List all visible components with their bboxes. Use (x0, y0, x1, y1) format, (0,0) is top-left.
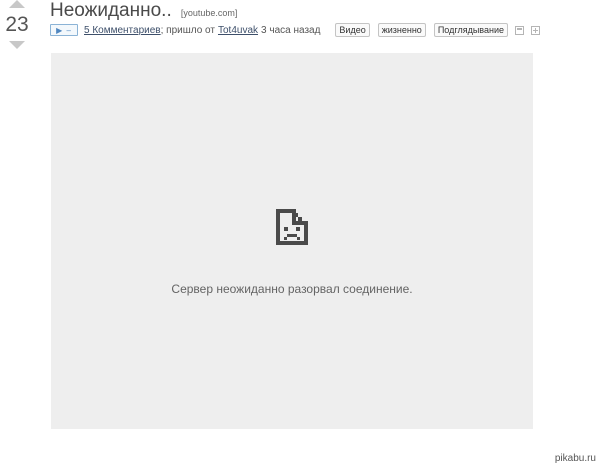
play-toggle-button[interactable]: ▶ – (50, 24, 78, 36)
plus-icon[interactable] (530, 25, 540, 35)
watermark: pikabu.ru (554, 453, 596, 464)
upvote-arrow-icon[interactable] (9, 0, 25, 8)
tag-zhiznenno[interactable]: жизненно (377, 23, 426, 37)
tag-podglyadyvanie[interactable]: Подглядывание (433, 23, 508, 37)
rating-block: 23 (2, 0, 30, 52)
comments-link[interactable]: 5 Комментариев (84, 25, 161, 36)
posted-from-text: ; пришло от (160, 24, 215, 36)
post-title[interactable]: Неожиданно.. (50, 0, 172, 21)
tag-video[interactable]: Видео (335, 23, 370, 37)
post-header: Неожиданно.. [youtube.com] (50, 0, 237, 22)
video-error-message: Сервер неожиданно разорвал соединение. (171, 282, 413, 296)
save-icon[interactable] (514, 25, 524, 35)
time-ago: 3 часа назад (261, 24, 321, 36)
author-link[interactable]: Tot4uvak (218, 25, 258, 36)
rating-value: 23 (5, 13, 29, 36)
broken-file-sad-icon (276, 209, 308, 245)
post-meta: ▶ – 5 Комментариев ; пришло от Tot4uvak … (50, 22, 540, 38)
post-domain: [youtube.com] (180, 8, 238, 18)
page: 23 Неожиданно.. [youtube.com] ▶ – 5 Комм… (0, 0, 600, 468)
video-embed[interactable]: Сервер неожиданно разорвал соединение. (51, 53, 533, 429)
downvote-arrow-icon[interactable] (9, 41, 25, 49)
